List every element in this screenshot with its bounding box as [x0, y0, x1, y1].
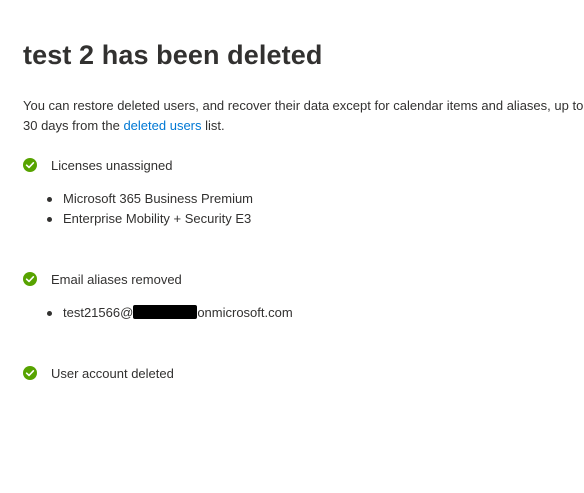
license-name: Microsoft 365 Business Premium: [63, 191, 254, 206]
bullet-icon: [47, 197, 52, 202]
success-check-icon: [23, 158, 37, 172]
licenses-unassigned-status: Licenses unassigned: [23, 156, 172, 174]
description-text-after: list.: [201, 118, 225, 133]
section-label: User account deleted: [51, 365, 174, 381]
list-item: Microsoft 365 Business Premium: [23, 189, 253, 209]
licenses-list: Microsoft 365 Business Premium Enterpris…: [23, 189, 253, 229]
list-item: Enterprise Mobility + Security E3: [23, 209, 253, 229]
user-account-deleted-status: User account deleted: [23, 364, 174, 382]
aliases-list: test21566@ onmicrosoft.com: [23, 303, 293, 323]
bullet-icon: [47, 217, 52, 222]
section-label: Licenses unassigned: [51, 157, 173, 173]
deleted-users-link[interactable]: deleted users: [123, 118, 201, 133]
description-text-before: You can restore deleted users, and recov…: [23, 98, 584, 133]
alias-suffix: onmicrosoft.com: [197, 305, 293, 320]
redacted-domain: [133, 305, 198, 319]
success-check-icon: [23, 366, 37, 380]
page-title: test 2 has been deleted: [23, 40, 323, 70]
success-check-icon: [23, 272, 37, 286]
list-item: test21566@ onmicrosoft.com: [23, 303, 293, 323]
alias-prefix: test21566@: [63, 305, 134, 320]
restore-description: You can restore deleted users, and recov…: [23, 96, 584, 136]
bullet-icon: [47, 311, 52, 316]
section-label: Email aliases removed: [51, 271, 182, 287]
email-aliases-removed-status: Email aliases removed: [23, 270, 182, 288]
license-name: Enterprise Mobility + Security E3: [63, 211, 252, 226]
